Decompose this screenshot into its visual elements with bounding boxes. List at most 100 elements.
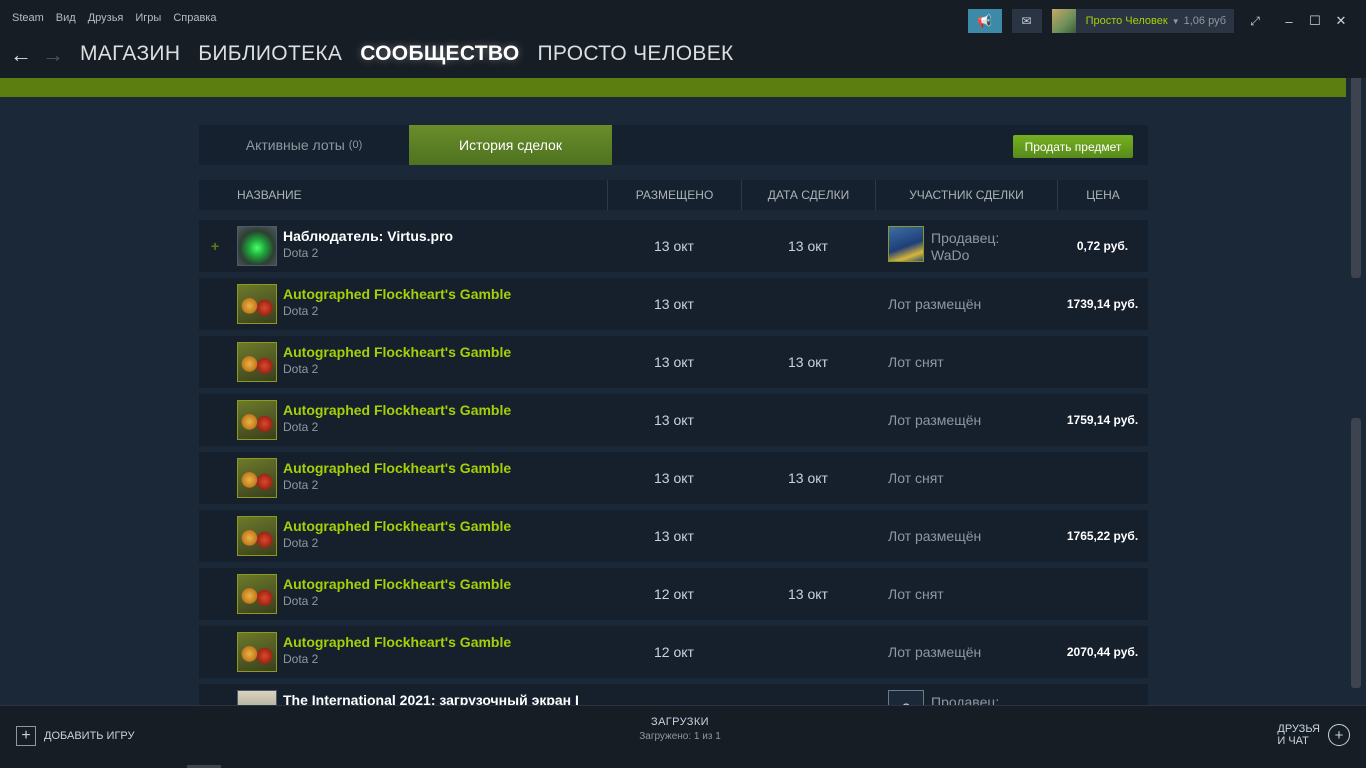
table-row[interactable]: Autographed Flockheart's Gamble Dota 2 1… [199, 510, 1148, 562]
deal-status: Лот размещён [888, 528, 982, 544]
top-right-controls: 📢 ✉ Просто Человек ▼ 1,06 руб ⤢ – ☐ ✕ [967, 9, 1354, 33]
deal-date: 13 окт [788, 586, 828, 602]
item-name[interactable]: Autographed Flockheart's Gamble [283, 634, 511, 650]
party-name[interactable]: WaDo [931, 247, 999, 264]
deal-party: Продавец: [931, 694, 999, 705]
table-row[interactable]: + Наблюдатель: Virtus.pro Dota 2 13 окт … [199, 220, 1148, 272]
avatar [1051, 9, 1076, 33]
table-row[interactable]: Autographed Flockheart's Gamble Dota 2 1… [199, 568, 1148, 620]
listed-date: 13 окт [654, 354, 694, 370]
minimize-icon[interactable]: – [1276, 14, 1302, 29]
item-game: Dota 2 [283, 420, 319, 434]
deal-date: 13 окт [788, 354, 828, 370]
listed-date: 13 окт [654, 296, 694, 312]
add-friend-icon: + [1328, 724, 1350, 746]
nav-tab-profile[interactable]: ПРОСТО ЧЕЛОВЕК [538, 42, 734, 66]
col-listed: РАЗМЕЩЕНО [607, 180, 741, 210]
deal-status: Лот снят [888, 586, 944, 602]
menu-friends[interactable]: Друзья [88, 12, 124, 24]
listed-date: 12 окт [654, 644, 694, 660]
window-controls: – ☐ ✕ [1276, 13, 1354, 29]
mail-icon: ✉ [1021, 14, 1032, 28]
seller-avatar[interactable] [888, 226, 924, 262]
tab-history[interactable]: История сделок [409, 125, 612, 165]
item-icon [237, 516, 277, 556]
deal-status: Лот размещён [888, 296, 982, 312]
friends-label-line2: И ЧАТ [1277, 735, 1309, 747]
item-name[interactable]: Autographed Flockheart's Gamble [283, 460, 511, 476]
history-table: + Наблюдатель: Virtus.pro Dota 2 13 окт … [199, 220, 1148, 705]
sell-item-button[interactable]: Продать предмет [1013, 135, 1133, 158]
item-game: Dota 2 [283, 304, 319, 318]
menu-view[interactable]: Вид [56, 12, 76, 24]
scrollbar-thumb[interactable] [1351, 418, 1361, 688]
item-game: Dota 2 [283, 536, 319, 550]
plus-icon: + [211, 238, 220, 254]
nav-tab-library[interactable]: БИБЛИОТЕКА [198, 42, 342, 66]
market-tabs: Активные лоты (0) История сделок Продать… [199, 125, 1148, 165]
item-game: Dota 2 [283, 652, 319, 666]
item-game: Dota 2 [283, 594, 319, 608]
menu-steam[interactable]: Steam [12, 12, 44, 24]
item-icon [237, 400, 277, 440]
table-row[interactable]: Autographed Flockheart's Gamble Dota 2 1… [199, 626, 1148, 678]
maximize-icon[interactable]: ☐ [1302, 13, 1328, 29]
col-party: УЧАСТНИК СДЕЛКИ [875, 180, 1057, 210]
downloads-status[interactable]: ЗАГРУЗКИ Загружено: 1 из 1 [580, 716, 780, 742]
downloads-title: ЗАГРУЗКИ [651, 716, 709, 728]
back-arrow-icon[interactable]: ← [10, 42, 32, 68]
menu-help[interactable]: Справка [173, 12, 216, 24]
table-row[interactable]: Autographed Flockheart's Gamble Dota 2 1… [199, 336, 1148, 388]
item-name[interactable]: Autographed Flockheart's Gamble [283, 344, 511, 360]
item-name[interactable]: Autographed Flockheart's Gamble [283, 518, 511, 534]
deal-price: 0,72 руб. [1076, 239, 1129, 253]
party-role: Продавец: [931, 694, 1000, 705]
tab-active-listings-label: Активные лоты [245, 137, 345, 153]
table-row[interactable]: Autographed Flockheart's Gamble Dota 2 1… [199, 278, 1148, 330]
deal-price: 1739,14 руб. [1066, 297, 1139, 311]
table-row[interactable]: Autographed Flockheart's Gamble Dota 2 1… [199, 452, 1148, 504]
close-icon[interactable]: ✕ [1328, 13, 1354, 29]
item-name[interactable]: Autographed Flockheart's Gamble [283, 576, 511, 592]
party-role: Продавец: [931, 230, 1000, 246]
bottom-bar: + ДОБАВИТЬ ИГРУ ЗАГРУЗКИ Загружено: 1 из… [0, 705, 1366, 768]
deal-status: Лот снят [888, 354, 944, 370]
table-row[interactable]: The International 2021: загрузочный экра… [199, 684, 1148, 705]
notifications-button[interactable]: ✉ [1011, 9, 1042, 33]
item-icon [237, 226, 277, 266]
tab-history-label: История сделок [459, 137, 562, 153]
item-name[interactable]: Autographed Flockheart's Gamble [283, 286, 511, 302]
deal-date: 13 окт [788, 470, 828, 486]
listed-date: 13 окт [654, 528, 694, 544]
table-header: НАЗВАНИЕ РАЗМЕЩЕНО ДАТА СДЕЛКИ УЧАСТНИК … [199, 180, 1148, 210]
downloads-progress: Загружено: 1 из 1 [639, 731, 721, 742]
item-name[interactable]: Autographed Flockheart's Gamble [283, 402, 511, 418]
account-menu[interactable]: Просто Человек ▼ 1,06 руб [1051, 9, 1234, 33]
screenshot-icon[interactable]: ⤢ [1244, 14, 1266, 29]
item-icon [237, 458, 277, 498]
add-game-button[interactable]: + ДОБАВИТЬ ИГРУ [16, 726, 135, 746]
nav-tab-community[interactable]: СООБЩЕСТВО [360, 42, 519, 66]
tab-active-listings[interactable]: Активные лоты (0) [199, 125, 409, 165]
title-bar: Steam Вид Друзья Игры Справка 📢 ✉ Просто… [0, 0, 1366, 38]
forward-arrow-icon[interactable]: → [42, 42, 64, 68]
nav-bar: ← → МАГАЗИН БИБЛИОТЕКА СООБЩЕСТВО ПРОСТО… [0, 38, 1366, 78]
col-price: ЦЕНА [1057, 180, 1148, 210]
scrollbar-track-top [1351, 78, 1361, 278]
deal-date: 13 окт [788, 238, 828, 254]
item-name[interactable]: Наблюдатель: Virtus.pro [283, 228, 453, 244]
table-row[interactable]: Autographed Flockheart's Gamble Dota 2 1… [199, 394, 1148, 446]
plus-icon: + [16, 726, 36, 746]
deal-price: 1759,14 руб. [1066, 413, 1139, 427]
menu-games[interactable]: Игры [135, 12, 161, 24]
nav-tab-store[interactable]: МАГАЗИН [80, 42, 180, 66]
scrollbar[interactable] [1346, 78, 1366, 705]
announcement-button[interactable]: 📢 [967, 9, 1002, 33]
announcement-icon: 📢 [977, 14, 993, 28]
friends-chat-button[interactable]: ДРУЗЬЯ И ЧАТ + [1277, 723, 1350, 747]
item-name[interactable]: The International 2021: загрузочный экра… [283, 692, 579, 705]
account-balance: 1,06 руб [1183, 15, 1226, 27]
account-name: Просто Человек [1085, 15, 1168, 27]
seller-avatar[interactable]: ? [888, 690, 924, 705]
item-game: Dota 2 [283, 362, 319, 376]
